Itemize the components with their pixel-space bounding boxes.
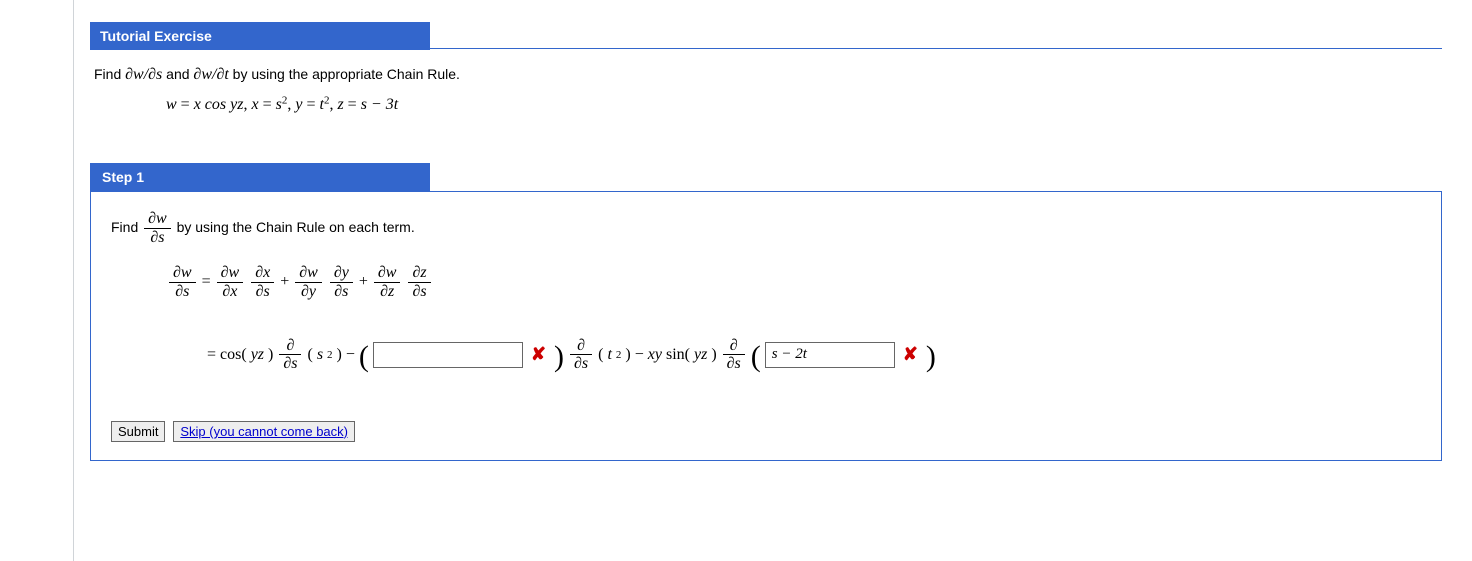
step-intro-suffix: by using the Chain Rule on each term.: [177, 219, 415, 235]
step-footer: Submit Skip (you cannot come back): [111, 421, 1421, 442]
expand-d3-num: ∂: [723, 337, 745, 356]
expand-of1-open: (: [307, 346, 312, 364]
step-intro-frac-den: ∂s: [144, 229, 171, 247]
chain-t3b-num: ∂z: [408, 264, 430, 283]
expanded-line: = cos(yz) ∂∂s (s2) − ( ✘ ) ∂∂s (t2) − xy…: [207, 337, 1421, 373]
step-header: Step 1: [90, 163, 430, 191]
prompt-d2: ∂w/∂t: [193, 66, 228, 83]
chain-t2b-den: ∂s: [330, 283, 353, 301]
step-intro-frac: ∂w ∂s: [144, 210, 171, 246]
chain-t1a-num: ∂w: [217, 264, 244, 283]
tutorial-header-rule: [430, 48, 1442, 49]
prompt-d1: ∂w/∂s: [125, 66, 162, 83]
chain-t1b-den: ∂s: [251, 283, 274, 301]
eq-eq4: =: [344, 96, 361, 113]
expand-bigparen-close2: ): [926, 342, 936, 372]
submit-button[interactable]: Submit: [111, 421, 165, 442]
expand-of2-open: (: [598, 346, 603, 364]
expand-minus2: −: [635, 346, 644, 364]
prompt-prefix: Find: [94, 66, 125, 82]
eq-eq3: =: [302, 96, 319, 113]
expand-bigparen-open1: (: [359, 342, 369, 372]
wrong-icon: ✘: [531, 344, 546, 365]
expand-of1-base: s: [317, 346, 323, 364]
eq-w-lhs: w: [166, 96, 177, 113]
wrong-icon: ✘: [903, 344, 918, 365]
chain-plus1: +: [280, 273, 293, 290]
expand-d2-den: ∂s: [570, 355, 592, 373]
step-intro-frac-num: ∂w: [144, 210, 171, 229]
step-intro-prefix: Find: [111, 219, 142, 235]
prompt-and: and: [162, 66, 193, 82]
chain-eq: =: [202, 273, 215, 290]
chain-t2a-den: ∂y: [295, 283, 322, 301]
expand-of2-close: ): [625, 346, 630, 364]
chain-t2a-num: ∂w: [295, 264, 322, 283]
expand-d2-num: ∂: [570, 337, 592, 356]
eq-w-rhs: x cos yz: [194, 96, 244, 113]
chain-lhs-num: ∂w: [169, 264, 196, 283]
chain-t3b-den: ∂s: [408, 283, 430, 301]
skip-button[interactable]: Skip (you cannot come back): [173, 421, 355, 442]
step-intro: Find ∂w ∂s by using the Chain Rule on ea…: [111, 210, 1421, 246]
chain-t1a-den: ∂x: [217, 283, 244, 301]
expand-bigparen-close1: ): [554, 342, 564, 372]
answer-input-2[interactable]: [765, 342, 895, 368]
tutorial-header: Tutorial Exercise: [90, 22, 430, 50]
expand-of1-close: ): [337, 346, 342, 364]
tutorial-prompt: Find ∂w/∂s and ∂w/∂t by using the approp…: [90, 50, 1442, 117]
tutorial-equation: w = x cos yz, x = s2, y = t2, z = s − 3t: [166, 92, 1438, 118]
page-left-rule: [73, 0, 74, 561]
eq-eq2: =: [259, 96, 276, 113]
eq-x-lhs: x: [251, 96, 258, 113]
expand-of2-base: t: [607, 346, 611, 364]
eq-z-rhs: s − 3t: [361, 96, 398, 113]
expand-d3-den: ∂s: [723, 355, 745, 373]
expand-of2-exp: 2: [616, 349, 622, 361]
chain-plus2: +: [359, 273, 372, 290]
expand-cos: cos(: [220, 346, 247, 364]
expand-sin-close: ): [711, 346, 716, 364]
chain-t2b-num: ∂y: [330, 264, 353, 283]
chain-t1b-num: ∂x: [251, 264, 274, 283]
expand-xy: xy: [648, 346, 662, 364]
expand-of1-exp: 2: [327, 349, 333, 361]
expand-cos-close: ): [268, 346, 273, 364]
chain-lhs-den: ∂s: [169, 283, 196, 301]
expand-minus1: −: [346, 346, 355, 364]
expand-d1-num: ∂: [279, 337, 301, 356]
chain-rule-line: ∂w∂s = ∂w∂x ∂x∂s + ∂w∂y ∂y∂s + ∂w∂z ∂z∂s: [167, 264, 1421, 300]
expand-d1-den: ∂s: [279, 355, 301, 373]
expand-sin-arg: yz: [694, 346, 707, 364]
expand-bigparen-open2: (: [751, 342, 761, 372]
prompt-suffix: by using the appropriate Chain Rule.: [229, 66, 460, 82]
expand-cos-arg: yz: [251, 346, 264, 364]
expand-eq: =: [207, 346, 216, 364]
chain-t3a-num: ∂w: [374, 264, 401, 283]
answer-input-1[interactable]: [373, 342, 523, 368]
eq-eq1: =: [177, 96, 194, 113]
chain-t3a-den: ∂z: [374, 283, 401, 301]
expand-sin: sin(: [666, 346, 690, 364]
step-box: Find ∂w ∂s by using the Chain Rule on ea…: [90, 191, 1442, 461]
